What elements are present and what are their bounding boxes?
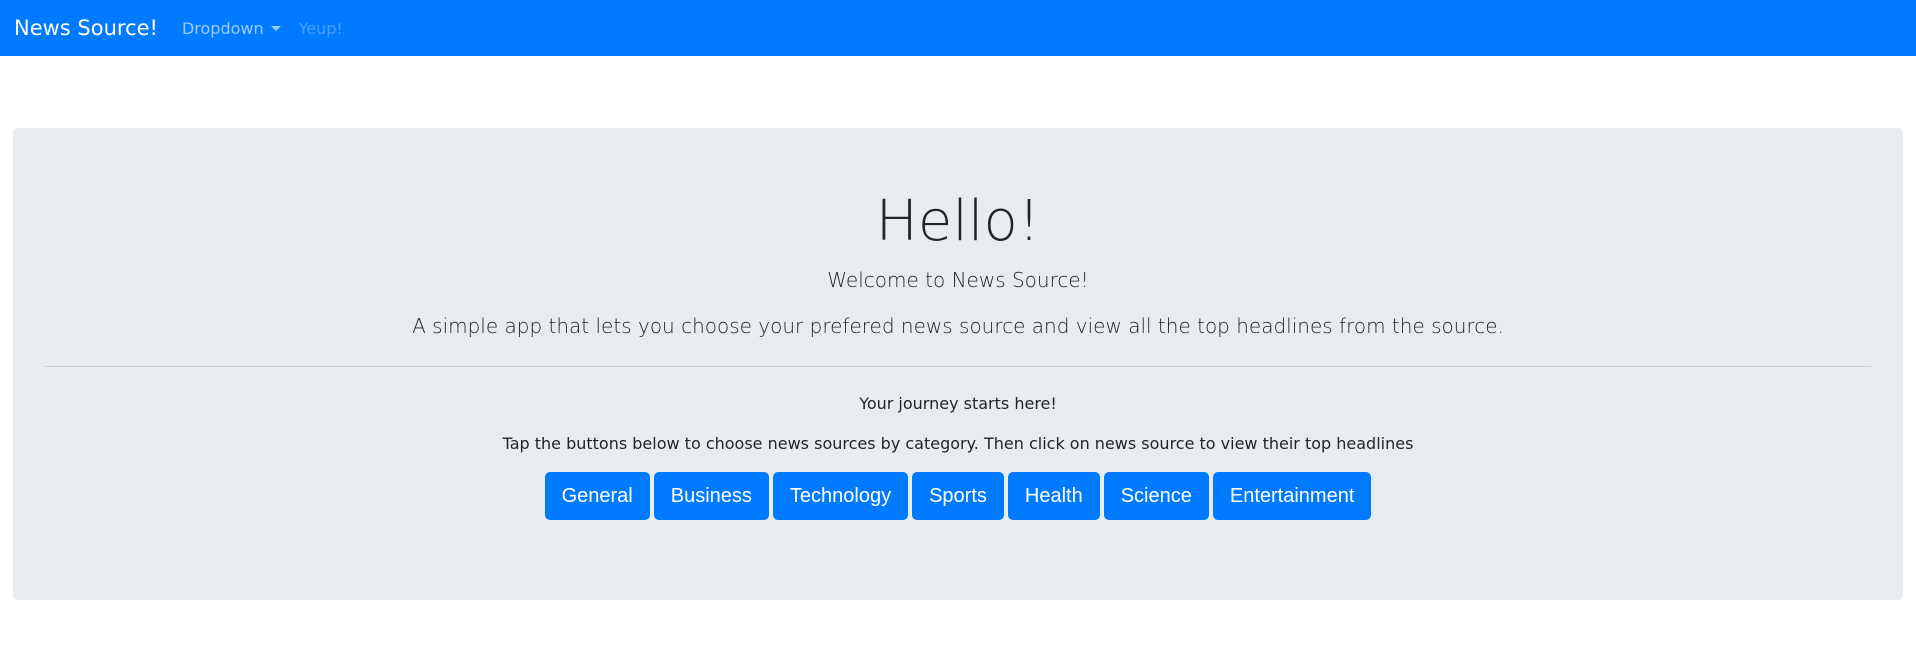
nav-dropdown[interactable]: Dropdown — [182, 19, 281, 38]
lead-text: A simple app that lets you choose your p… — [412, 314, 1504, 338]
nav-dropdown-label: Dropdown — [181, 18, 264, 38]
category-button-technology[interactable]: Technology — [772, 472, 909, 520]
category-button-business[interactable]: Business — [653, 472, 769, 520]
jumbotron: Hello! Welcome to News Source! A simple … — [13, 128, 1903, 600]
navbar: News Source! Dropdown Yeup! — [0, 0, 1916, 56]
category-button-sports[interactable]: Sports — [912, 472, 1004, 520]
page-title: Hello! — [875, 189, 1041, 254]
nav-link-disabled: Yeup! — [298, 18, 343, 38]
category-button-entertainment[interactable]: Entertainment — [1212, 472, 1372, 520]
welcome-text: Welcome to News Source! — [827, 268, 1089, 292]
caret-down-icon — [270, 25, 281, 31]
category-buttons: General Business Technology Sports Healt… — [13, 472, 1903, 520]
divider — [45, 366, 1871, 367]
journey-text: Your journey starts here! — [859, 394, 1057, 413]
category-button-general[interactable]: General — [544, 472, 650, 520]
category-button-science[interactable]: Science — [1103, 472, 1209, 520]
navbar-brand[interactable]: News Source! — [14, 16, 158, 40]
instructions-text: Tap the buttons below to choose news sou… — [502, 434, 1414, 453]
category-button-health[interactable]: Health — [1007, 472, 1100, 520]
